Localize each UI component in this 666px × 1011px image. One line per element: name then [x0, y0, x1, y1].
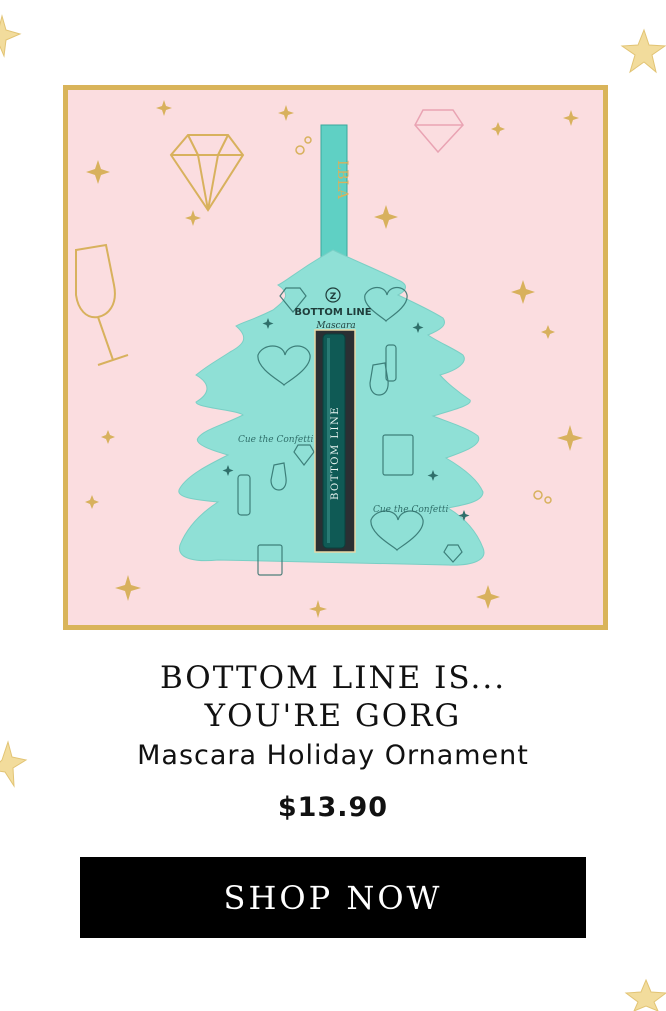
product-image[interactable]: LBLA BOTTOM LINE Mascara Z BOTTOM LINE C…: [63, 85, 608, 630]
confetti-script-left: Cue the Confetti: [238, 435, 313, 445]
star-icon: [620, 28, 666, 74]
product-illustration: LBLA BOTTOM LINE Mascara Z BOTTOM LINE C…: [75, 100, 583, 618]
brand-ribbon-text: LBLA: [334, 160, 350, 200]
package-title: BOTTOM LINE: [294, 307, 371, 318]
mascara-tube-text: BOTTOM LINE: [330, 406, 341, 500]
confetti-script-right: Cue the Confetti: [373, 505, 448, 515]
product-name: Mascara Holiday Ornament: [137, 740, 529, 771]
shop-now-button[interactable]: SHOP NOW: [80, 857, 586, 938]
product-headline-line1: BOTTOM LINE IS...: [159, 660, 507, 696]
star-icon: [624, 978, 666, 1011]
product-headline-line2: YOU'RE GORG: [204, 698, 462, 734]
product-price: $13.90: [277, 792, 389, 823]
svg-text:Z: Z: [330, 292, 337, 302]
star-icon: [0, 14, 22, 58]
